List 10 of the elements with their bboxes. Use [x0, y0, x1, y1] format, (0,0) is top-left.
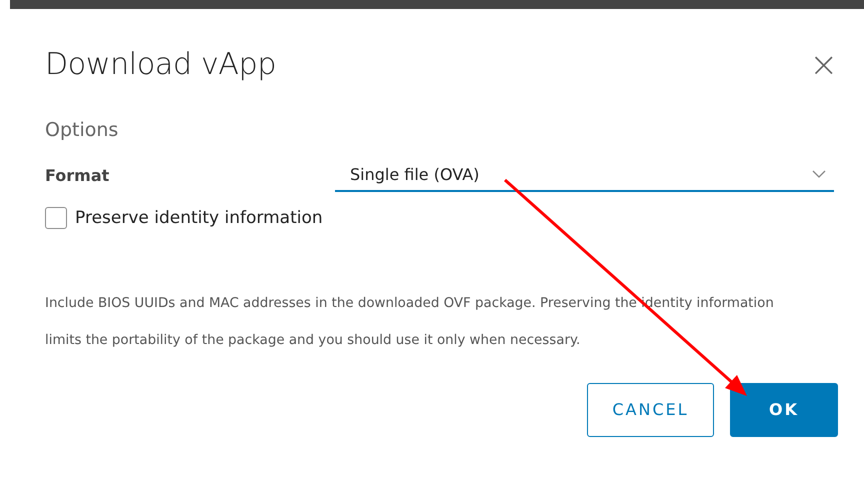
checkbox-label: Preserve identity information — [75, 206, 323, 230]
dialog-title: Download vApp — [45, 47, 276, 83]
ok-button[interactable]: OK — [730, 383, 838, 437]
section-heading: Options — [45, 118, 120, 143]
chevron-icon — [812, 170, 826, 179]
field-label: Format — [45, 165, 110, 187]
checkbox[interactable] — [45, 207, 67, 230]
cancel-button[interactable]: CANCEL — [587, 383, 714, 437]
close-button[interactable]: × — [810, 48, 838, 82]
format-dropdown[interactable]: Single file (OVA) — [335, 160, 834, 192]
